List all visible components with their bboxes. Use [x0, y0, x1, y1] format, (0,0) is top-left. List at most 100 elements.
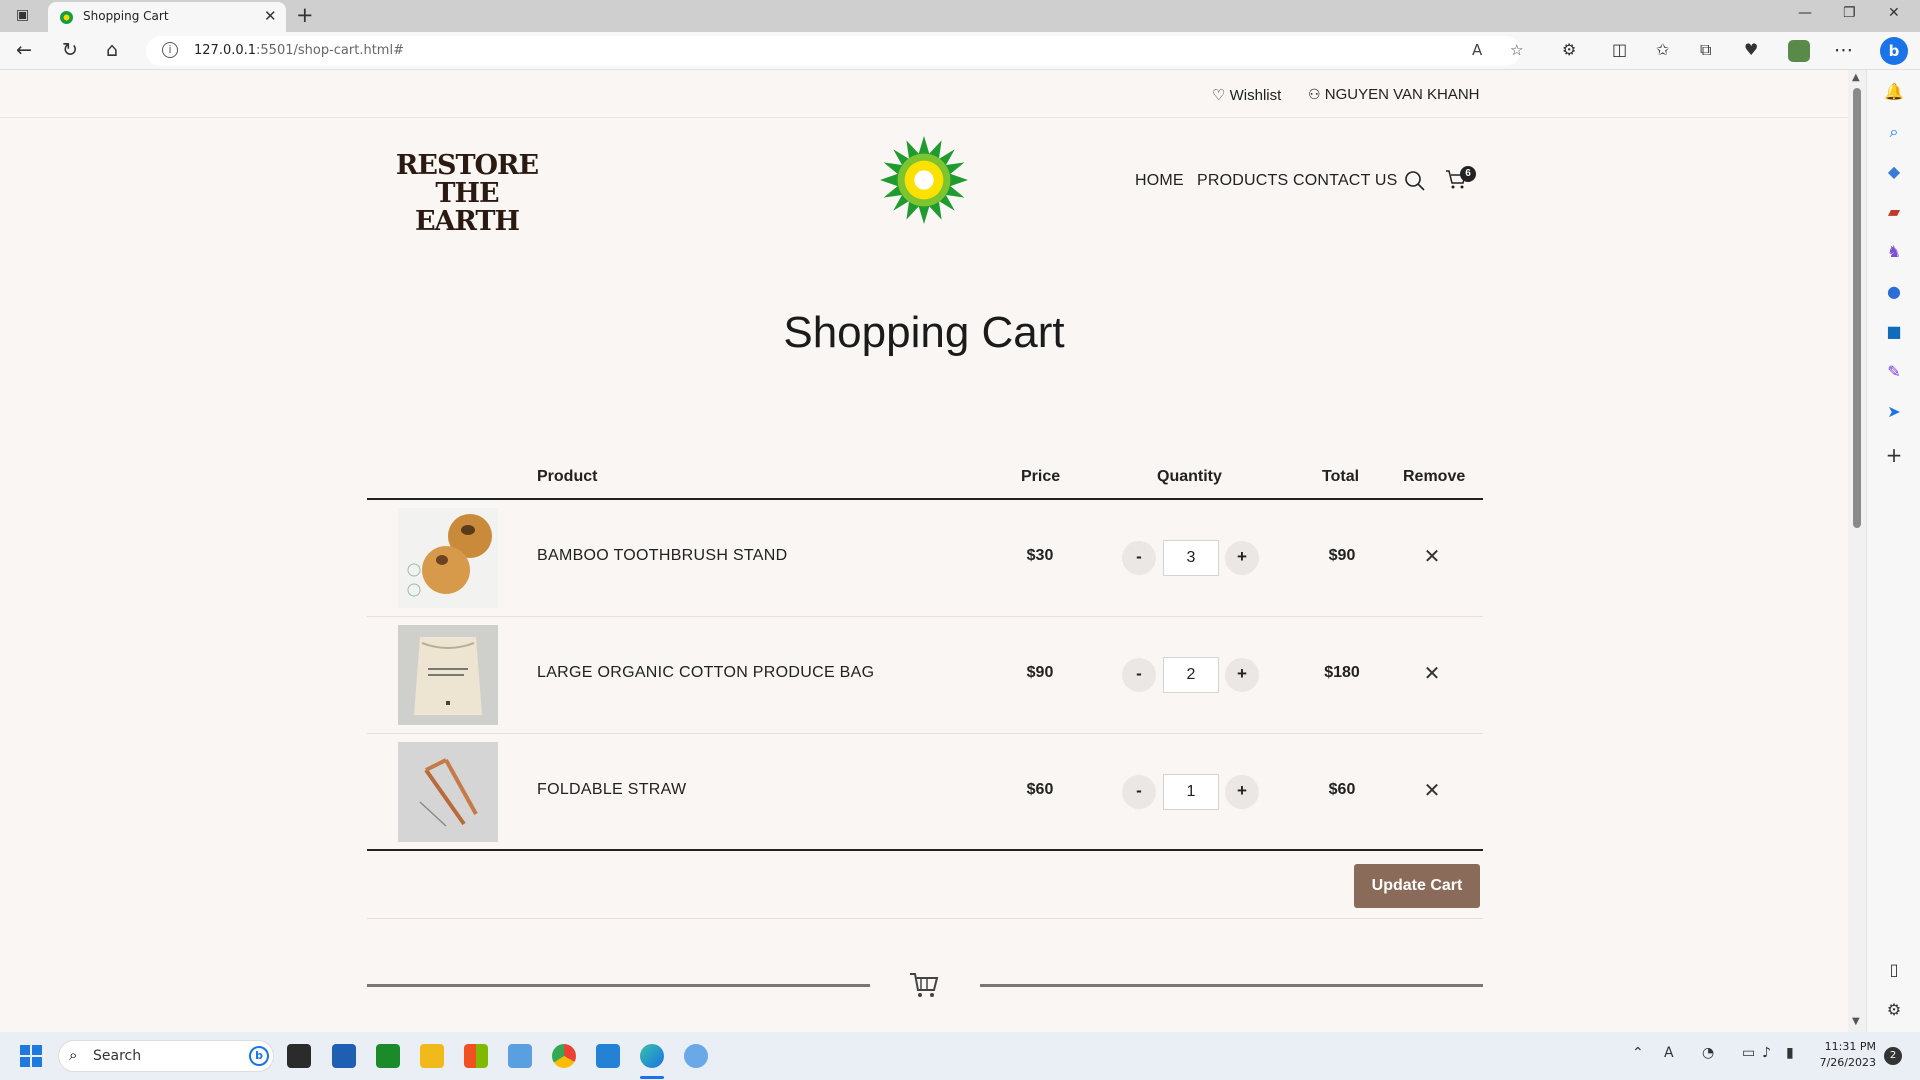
- nav-products[interactable]: PRODUCTS: [1197, 172, 1288, 190]
- qty-decrease-button[interactable]: -: [1122, 541, 1156, 575]
- remove-item-icon[interactable]: ✕: [1420, 544, 1444, 569]
- logo-line-2: THE EARTH: [414, 178, 520, 237]
- product-image[interactable]: [398, 508, 498, 608]
- product-image[interactable]: [398, 742, 498, 842]
- user-icon: ⚇: [1308, 86, 1321, 102]
- collections-icon[interactable]: ⧉: [1700, 38, 1711, 62]
- network-icon[interactable]: ▭: [1742, 1045, 1755, 1061]
- address-bar[interactable]: i 127.0.0.1:5501/shop-cart.html# A ☆: [146, 36, 1523, 66]
- new-tab-icon[interactable]: +: [296, 3, 314, 27]
- qty-decrease-button[interactable]: -: [1122, 658, 1156, 692]
- split-screen-icon[interactable]: ◫: [1612, 38, 1627, 62]
- product-name[interactable]: BAMBOO TOOTHBRUSH STAND: [537, 547, 788, 565]
- qty-decrease-button[interactable]: -: [1122, 775, 1156, 809]
- product-name[interactable]: LARGE ORGANIC COTTON PRODUCE BAG: [537, 664, 874, 682]
- qty-input[interactable]: 2: [1163, 657, 1219, 693]
- col-header-quantity: Quantity: [1157, 468, 1222, 485]
- user-account-link[interactable]: ⚇ NGUYEN VAN KHANH: [1308, 86, 1479, 103]
- favorites-icon[interactable]: ✩: [1656, 38, 1669, 62]
- sidebar-search-icon[interactable]: ⌕: [1884, 122, 1904, 142]
- search-icon[interactable]: [1404, 170, 1426, 192]
- bing-copilot-icon[interactable]: b: [1880, 37, 1908, 65]
- qty-increase-button[interactable]: +: [1225, 658, 1259, 692]
- remove-item-icon[interactable]: ✕: [1420, 661, 1444, 686]
- notifications-icon[interactable]: 🔔: [1884, 82, 1904, 102]
- more-menu-icon[interactable]: ⋯: [1834, 38, 1853, 62]
- scrollbar-thumb[interactable]: [1853, 88, 1861, 528]
- refresh-icon[interactable]: ↻: [62, 38, 78, 62]
- sidebar-settings-icon[interactable]: ⚙: [1884, 1000, 1904, 1020]
- brand-sunburst-icon: [880, 136, 968, 224]
- wishlist-link[interactable]: ♡ Wishlist: [1212, 86, 1281, 104]
- update-cart-button[interactable]: Update Cart: [1354, 864, 1480, 908]
- designer-icon[interactable]: ✎: [1884, 362, 1904, 382]
- close-tab-icon[interactable]: ✕: [264, 7, 277, 25]
- office-icon[interactable]: [464, 1044, 488, 1068]
- store-icon[interactable]: [332, 1044, 356, 1068]
- profile-avatar-icon[interactable]: [1788, 40, 1810, 62]
- battery-icon[interactable]: ▮: [1786, 1045, 1794, 1061]
- qty-input[interactable]: 1: [1163, 774, 1219, 810]
- toothbrush-stand-image: [407, 514, 492, 597]
- tab-actions-icon[interactable]: ▣: [16, 7, 29, 23]
- show-hidden-icons-chevron-icon[interactable]: ⌃: [1632, 1045, 1644, 1061]
- active-app-indicator: [640, 1076, 664, 1079]
- scroll-up-icon[interactable]: ▲: [1852, 72, 1860, 83]
- task-view-icon[interactable]: [287, 1044, 311, 1068]
- back-icon[interactable]: ←: [16, 38, 32, 62]
- favorite-star-icon[interactable]: ☆: [1510, 41, 1523, 59]
- url-host: 127.0.0.1: [194, 43, 257, 58]
- edge-icon[interactable]: [640, 1044, 664, 1068]
- cotton-bag-image: [414, 637, 482, 715]
- outlook-icon[interactable]: ■: [1884, 322, 1904, 342]
- row-total: $60: [1328, 781, 1356, 798]
- site-logo[interactable]: RESTORE THE EARTH: [392, 152, 542, 236]
- network-app-icon[interactable]: [684, 1044, 708, 1068]
- microsoft365-icon[interactable]: ●: [1884, 282, 1904, 302]
- tools-briefcase-icon[interactable]: ▰: [1884, 202, 1904, 222]
- add-sidebar-app-icon[interactable]: +: [1884, 445, 1904, 465]
- site-info-icon[interactable]: i: [162, 42, 178, 58]
- browser-toolbar: ← ↻ ⌂ i 127.0.0.1:5501/shop-cart.html# A…: [0, 32, 1920, 70]
- taskbar-clock[interactable]: 11:31 PM 7/26/2023: [1812, 1039, 1876, 1071]
- language-icon[interactable]: A: [1664, 1045, 1674, 1061]
- notification-count-badge[interactable]: 2: [1884, 1047, 1902, 1065]
- hide-sidebar-icon[interactable]: ▯: [1884, 960, 1904, 980]
- browser-tab[interactable]: Shopping Cart ✕: [48, 2, 286, 32]
- file-explorer-icon[interactable]: [420, 1044, 444, 1068]
- windows-start-icon[interactable]: [20, 1045, 42, 1067]
- refresh-status-icon[interactable]: ◔: [1702, 1045, 1714, 1061]
- nav-home[interactable]: HOME: [1135, 172, 1184, 190]
- extensions-icon[interactable]: ⚙: [1562, 38, 1576, 62]
- qty-input[interactable]: 3: [1163, 540, 1219, 576]
- restore-icon[interactable]: ❐: [1843, 5, 1856, 21]
- logo-line-1: RESTORE: [395, 150, 539, 181]
- home-icon[interactable]: ⌂: [106, 38, 118, 62]
- product-name[interactable]: FOLDABLE STRAW: [537, 781, 686, 799]
- volume-icon[interactable]: ♪: [1762, 1045, 1771, 1061]
- product-image[interactable]: [398, 625, 498, 725]
- remove-item-icon[interactable]: ✕: [1420, 778, 1444, 803]
- col-header-remove: Remove: [1403, 468, 1466, 485]
- shopping-tag-icon[interactable]: ◆: [1884, 162, 1904, 182]
- nav-contact-us[interactable]: CONTACT US: [1293, 172, 1398, 190]
- window-close-icon[interactable]: ✕: [1888, 5, 1900, 21]
- photos-icon[interactable]: [508, 1044, 532, 1068]
- drop-icon[interactable]: ➤: [1884, 402, 1904, 422]
- read-aloud-icon[interactable]: A: [1472, 41, 1482, 59]
- vscode-icon[interactable]: [596, 1044, 620, 1068]
- page-scrollbar[interactable]: ▲ ▼: [1848, 70, 1866, 1032]
- minimize-icon[interactable]: —: [1798, 5, 1812, 21]
- performance-icon[interactable]: ♥: [1744, 38, 1758, 62]
- browser-tab-strip: ▣ Shopping Cart ✕ + — ❐ ✕: [0, 0, 1920, 32]
- row-divider: [367, 616, 1483, 617]
- qty-increase-button[interactable]: +: [1225, 541, 1259, 575]
- taskbar-search-box[interactable]: ⌕ Search b: [58, 1040, 274, 1072]
- scroll-down-icon[interactable]: ▼: [1852, 1016, 1860, 1027]
- favicon-icon: [60, 11, 73, 24]
- clock-time: 11:31 PM: [1824, 1040, 1876, 1053]
- chrome-icon[interactable]: [552, 1044, 576, 1068]
- xbox-icon[interactable]: [376, 1044, 400, 1068]
- qty-increase-button[interactable]: +: [1225, 775, 1259, 809]
- games-icon[interactable]: ♞: [1884, 242, 1904, 262]
